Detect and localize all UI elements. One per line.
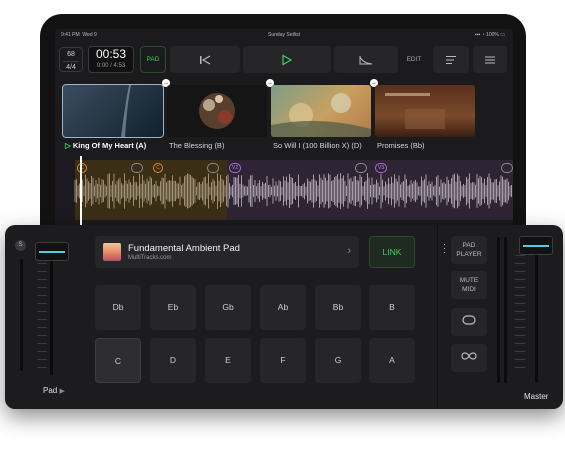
channel-meter-rail bbox=[20, 259, 23, 371]
key-g[interactable]: G bbox=[315, 338, 361, 383]
solo-button[interactable]: S bbox=[15, 240, 26, 251]
key-db[interactable]: Db bbox=[95, 285, 141, 330]
time-signature: 4/4 bbox=[66, 64, 76, 71]
cover-art bbox=[199, 93, 235, 129]
key-bb[interactable]: Bb bbox=[315, 285, 361, 330]
setlist-row: → ▷ King Of My Heart (A) → The Blessing … bbox=[55, 79, 513, 153]
song-clock: 00:53 0:00 / 4:53 bbox=[88, 46, 134, 73]
section-marker[interactable]: V2 bbox=[229, 163, 242, 173]
master-fader-track[interactable] bbox=[535, 247, 538, 383]
chevron-right-icon: › bbox=[347, 245, 351, 257]
more-options-icon[interactable]: · · · bbox=[443, 240, 447, 257]
link-button[interactable]: LINK bbox=[369, 236, 415, 268]
master-meter-rail-right bbox=[504, 237, 507, 383]
section-marker[interactable]: V3 bbox=[375, 163, 388, 173]
transport-bar: 68 4/4 00:53 0:00 / 4:53 PAD EDIT bbox=[55, 43, 513, 75]
edit-button[interactable]: EDIT bbox=[400, 46, 428, 73]
song-title: The Blessing (B) bbox=[169, 141, 225, 150]
cover-art bbox=[121, 85, 131, 137]
cover-art bbox=[385, 93, 445, 129]
pad-artwork bbox=[103, 243, 121, 261]
setlist-song-3[interactable]: → So Will I (100 Billion X) (D) bbox=[271, 79, 378, 153]
setlist-song-2[interactable]: → The Blessing (B) bbox=[167, 79, 274, 153]
master-fader-handle[interactable] bbox=[519, 236, 553, 255]
waveform-timeline[interactable]: C C V2 V3 bbox=[55, 160, 513, 220]
hamburger-icon bbox=[485, 56, 495, 63]
loop-marker[interactable] bbox=[207, 163, 219, 173]
waveform bbox=[74, 173, 512, 209]
song-title: Promises (Bb) bbox=[377, 141, 425, 150]
loop-marker[interactable] bbox=[501, 163, 513, 173]
loop-marker[interactable] bbox=[131, 163, 143, 173]
play-icon bbox=[282, 54, 292, 65]
clock-sub: 0:00 / 4:53 bbox=[96, 63, 126, 69]
crossfade-button[interactable] bbox=[451, 344, 487, 372]
menu-button[interactable] bbox=[473, 46, 507, 73]
play-button[interactable] bbox=[243, 46, 331, 73]
mute-midi-button[interactable]: MUTE MIDI bbox=[451, 271, 487, 299]
ipad-screen: 9:41 PM Wed 9 Sunday Setlist ▪▪▪ ◔ 100% … bbox=[55, 29, 513, 229]
pad-name: Fundamental Ambient Pad bbox=[128, 243, 240, 254]
pad-fader-track[interactable] bbox=[50, 247, 53, 375]
key-c[interactable]: C bbox=[95, 338, 141, 383]
tempo-signature[interactable]: 68 4/4 bbox=[59, 47, 83, 72]
pad-player-unit: S Pad ▶ Fundamental Ambient Pad MultiTra… bbox=[5, 225, 563, 409]
master-fader-scale bbox=[515, 255, 525, 375]
key-grid: Db Eb Gb Ab Bb B C D E F G A bbox=[95, 285, 415, 383]
pad-source: MultiTracks.com bbox=[128, 255, 172, 261]
pad-selector[interactable]: Fundamental Ambient Pad MultiTracks.com … bbox=[95, 236, 359, 268]
infinity-icon bbox=[461, 352, 477, 360]
setlist-song-1[interactable]: → ▷ King Of My Heart (A) bbox=[62, 79, 170, 153]
song-title: ▷ King Of My Heart (A) bbox=[65, 141, 147, 150]
pad-channel-label[interactable]: Pad ▶ bbox=[43, 386, 65, 395]
master-meter-rail-left bbox=[497, 237, 500, 383]
bpm-value: 68 bbox=[67, 51, 75, 58]
song-cover bbox=[375, 85, 475, 137]
key-e[interactable]: E bbox=[205, 338, 251, 383]
pad-toggle-button[interactable]: PAD bbox=[140, 46, 166, 73]
cover-art bbox=[271, 93, 371, 137]
battery-indicator: ▪▪▪ ◔ 100% ▭ bbox=[474, 32, 505, 38]
song-title: So Will I (100 Billion X) (D) bbox=[273, 141, 362, 150]
key-gb[interactable]: Gb bbox=[205, 285, 251, 330]
list-icon bbox=[446, 55, 456, 64]
pad-player-button[interactable]: PAD PLAYER bbox=[451, 236, 487, 264]
playhead[interactable] bbox=[80, 156, 82, 228]
setlist-song-4[interactable]: Promises (Bb) bbox=[375, 81, 475, 153]
section-marker[interactable]: C bbox=[77, 163, 87, 173]
clock-main: 00:53 bbox=[95, 47, 127, 61]
key-ab[interactable]: Ab bbox=[260, 285, 306, 330]
fade-out-button[interactable] bbox=[334, 46, 398, 73]
setlist-title: Sunday Setlist bbox=[268, 32, 300, 38]
section-marker[interactable]: C bbox=[153, 163, 163, 173]
song-cover bbox=[62, 84, 164, 138]
key-a[interactable]: A bbox=[369, 338, 415, 383]
previous-button[interactable] bbox=[170, 46, 240, 73]
master-label: Master bbox=[524, 392, 549, 401]
loop-marker[interactable] bbox=[355, 163, 367, 173]
key-b[interactable]: B bbox=[369, 285, 415, 330]
song-cover bbox=[167, 85, 267, 137]
pad-fader-handle[interactable] bbox=[35, 242, 69, 261]
key-d[interactable]: D bbox=[150, 338, 196, 383]
fader-scale bbox=[37, 255, 47, 375]
skip-back-icon bbox=[200, 54, 211, 65]
status-bar: 9:41 PM Wed 9 Sunday Setlist ▪▪▪ ◔ 100% … bbox=[55, 29, 513, 40]
key-f[interactable]: F bbox=[260, 338, 306, 383]
setlist-menu-button[interactable] bbox=[433, 46, 469, 73]
key-eb[interactable]: Eb bbox=[150, 285, 196, 330]
fade-out-icon bbox=[359, 55, 373, 64]
loop-button[interactable] bbox=[451, 308, 487, 336]
loop-icon bbox=[462, 315, 476, 325]
song-cover bbox=[271, 85, 371, 137]
